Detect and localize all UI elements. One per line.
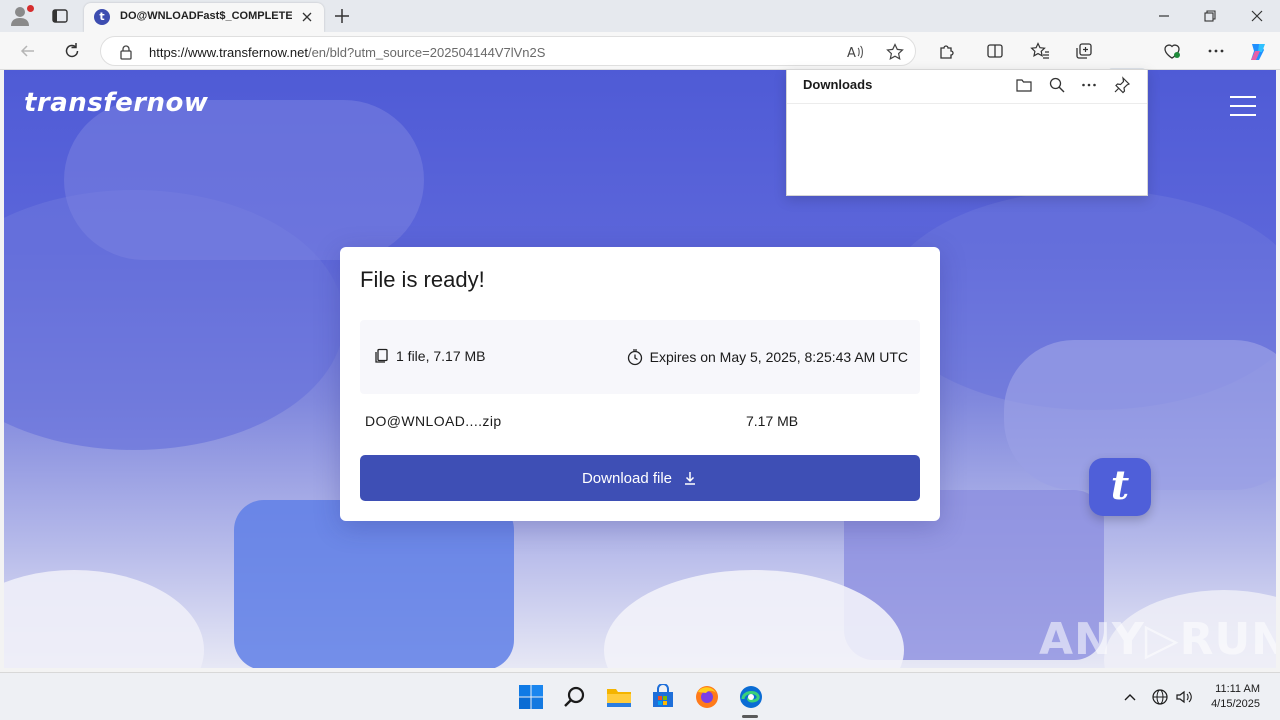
download-arrow-icon — [685, 472, 696, 485]
read-aloud-icon[interactable]: A — [845, 42, 865, 62]
split-screen-icon[interactable] — [985, 41, 1005, 61]
anyrun-watermark: ANY▷RUN — [1039, 614, 1276, 665]
clock-time: 11:11 AM — [1215, 683, 1260, 695]
card-title: File is ready! — [360, 267, 485, 292]
transfernow-favicon-icon: t — [94, 9, 110, 25]
downloads-header: Downloads — [787, 70, 1147, 104]
windows-taskbar: 11:11 AM 4/15/2025 — [0, 672, 1280, 720]
svg-text:A: A — [847, 46, 856, 61]
pin-icon[interactable] — [1113, 76, 1131, 94]
close-window-icon[interactable] — [1247, 6, 1267, 26]
tab-strip: t DO@WNLOADFast$_COMPLETED — [0, 0, 1280, 32]
profile-icon[interactable] — [10, 5, 34, 27]
file-ready-card: File is ready! 1 file, 7.17 MB Expires o… — [340, 247, 940, 521]
more-icon[interactable] — [1206, 41, 1226, 61]
transfernow-badge-icon: t — [1089, 458, 1151, 516]
notification-dot — [27, 5, 34, 12]
active-app-indicator — [742, 715, 758, 718]
browser-essentials-icon[interactable] — [1162, 41, 1182, 61]
firefox-icon[interactable] — [694, 684, 720, 710]
file-explorer-icon[interactable] — [606, 684, 632, 710]
file-name: DO@WNLOAD....zip — [365, 413, 502, 429]
edge-icon[interactable] — [738, 684, 764, 710]
windows-start-icon[interactable] — [518, 684, 544, 710]
back-icon[interactable] — [18, 41, 38, 61]
url-bar[interactable]: https://www.transfernow.net/en/bld?utm_s… — [100, 36, 916, 66]
search-icon[interactable] — [562, 684, 588, 710]
close-icon[interactable] — [299, 9, 315, 25]
extensions-icon[interactable] — [937, 41, 957, 61]
file-info-box: 1 file, 7.17 MB Expires on May 5, 2025, … — [360, 320, 920, 394]
folder-icon[interactable] — [1015, 76, 1033, 94]
store-icon[interactable] — [650, 684, 676, 710]
clock-date: 4/15/2025 — [1211, 698, 1260, 710]
downloads-title: Downloads — [803, 77, 873, 92]
downloads-panel: Downloads — [786, 69, 1148, 196]
maximize-icon[interactable] — [1200, 6, 1220, 26]
plus-icon[interactable] — [332, 6, 352, 26]
minimize-icon[interactable] — [1154, 6, 1174, 26]
transfernow-logo[interactable]: transfernow — [24, 88, 208, 118]
clock-icon — [627, 349, 642, 366]
tab-title: DO@WNLOADFast$_COMPLETED — [120, 10, 292, 22]
collections-icon[interactable] — [1074, 41, 1094, 61]
more-icon[interactable] — [1080, 76, 1098, 94]
system-clock[interactable]: 11:11 AM 4/15/2025 — [1211, 682, 1260, 712]
menu-icon[interactable] — [1230, 96, 1256, 116]
favorite-star-icon[interactable] — [885, 42, 905, 62]
chevron-up-icon[interactable] — [1120, 687, 1140, 707]
refresh-icon[interactable] — [62, 41, 82, 61]
search-icon[interactable] — [1048, 76, 1066, 94]
expiry-info: Expires on May 5, 2025, 8:25:43 AM UTC — [626, 348, 908, 366]
volume-icon[interactable] — [1174, 687, 1194, 707]
address-toolbar: https://www.transfernow.net/en/bld?utm_s… — [0, 32, 1280, 98]
url-text: https://www.transfernow.net/en/bld?utm_s… — [149, 45, 546, 60]
tabs-icon[interactable] — [50, 6, 70, 26]
copilot-icon[interactable] — [1247, 41, 1267, 61]
active-tab[interactable]: t DO@WNLOADFast$_COMPLETED — [84, 3, 324, 32]
network-icon[interactable] — [1150, 687, 1170, 707]
file-copy-icon — [375, 348, 388, 363]
file-summary: 1 file, 7.17 MB — [374, 348, 486, 364]
favorites-icon[interactable] — [1030, 41, 1050, 61]
file-size: 7.17 MB — [746, 413, 799, 429]
download-file-button[interactable]: Download file — [360, 455, 920, 501]
lock-icon[interactable] — [119, 44, 133, 60]
